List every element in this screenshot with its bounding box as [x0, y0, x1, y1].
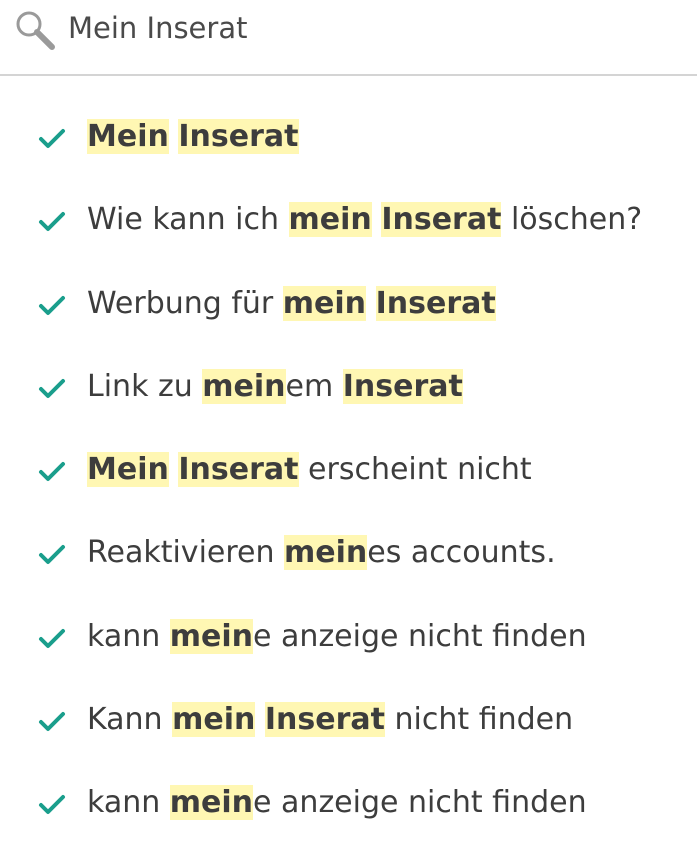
suggestion-text: kann meine anzeige nicht finden — [87, 614, 587, 660]
suggestion-text-segment: em — [285, 368, 343, 404]
suggestion-text: Mein Inserat erscheint nicht — [87, 447, 532, 493]
check-icon — [39, 462, 65, 482]
suggestion-text-segment: erscheint nicht — [298, 452, 532, 488]
suggestion-list: Mein Inserat Wie kann ich mein Inserat lö… — [0, 96, 697, 846]
match-highlight: mein — [288, 202, 372, 238]
suggestion-text-segment: Werbung für — [87, 285, 283, 321]
search-input[interactable] — [68, 6, 668, 50]
match-highlight: mein — [169, 785, 254, 821]
suggestion-text-segment: e anzeige nicht finden — [253, 785, 587, 821]
suggestion-item[interactable]: Werbung für mein Inserat — [0, 263, 697, 346]
check-icon — [39, 545, 65, 565]
suggestion-text-segment — [372, 202, 382, 237]
match-highlight: Mein — [87, 452, 169, 488]
match-highlight: Inserat — [342, 368, 463, 404]
match-highlight: mein — [169, 618, 254, 654]
search-bar — [0, 0, 697, 76]
match-highlight: Inserat — [264, 702, 385, 738]
suggestion-text-segment — [366, 286, 376, 321]
check-icon — [39, 295, 65, 315]
check-icon — [39, 378, 65, 398]
suggestion-text-segment — [169, 452, 179, 487]
suggestion-item[interactable]: Mein Inserat — [0, 96, 697, 179]
check-icon — [39, 129, 65, 148]
search-icon — [16, 11, 55, 50]
suggestion-text-segment: Reaktivieren — [87, 535, 285, 571]
match-highlight: mein — [202, 368, 286, 404]
suggestion-text-segment: löschen? — [501, 202, 643, 238]
match-highlight: Inserat — [178, 452, 299, 488]
suggestion-text: kann meine anzeige nicht finden — [87, 780, 587, 826]
suggestion-item[interactable]: Reaktivieren meines accounts. — [0, 512, 697, 595]
check-icon — [39, 712, 65, 732]
suggestion-text-segment — [169, 119, 179, 154]
match-highlight: mein — [172, 702, 256, 738]
suggestion-text: Link zu meinem Inserat — [87, 364, 463, 410]
suggestion-text-segment: kann — [87, 785, 170, 821]
suggestion-text: Kann mein Inserat nicht finden — [87, 697, 573, 743]
suggestion-item[interactable]: Link zu meinem Inserat — [0, 346, 697, 429]
suggestion-text-segment: Kann — [87, 702, 173, 738]
match-highlight: Inserat — [178, 119, 299, 154]
suggestion-text-segment: Link zu — [87, 368, 203, 404]
suggestion-text-segment — [255, 702, 265, 737]
match-highlight: Mein — [87, 119, 169, 154]
suggestion-text: Reaktivieren meines accounts. — [87, 530, 556, 576]
suggestion-text: Wie kann ich mein Inserat löschen? — [87, 197, 642, 243]
match-highlight: mein — [284, 535, 368, 571]
suggestion-text-segment: kann — [87, 618, 170, 654]
match-highlight: mein — [282, 285, 367, 321]
check-icon — [39, 212, 65, 232]
suggestion-text-segment: Wie kann ich — [87, 202, 289, 238]
suggestion-item[interactable]: Kann mein Inserat nicht finden — [0, 679, 697, 762]
suggestion-text-segment: nicht finden — [385, 702, 574, 738]
check-icon — [39, 795, 65, 815]
suggestion-text-segment: e anzeige nicht finden — [253, 618, 587, 654]
suggestion-item[interactable]: Mein Inserat erscheint nicht — [0, 429, 697, 512]
suggestion-item[interactable]: kann meine anzeige nicht finden — [0, 596, 697, 679]
suggestion-item[interactable]: kann meine anzeige nicht finden — [0, 762, 697, 845]
check-icon — [39, 628, 65, 648]
suggestion-text: Werbung für mein Inserat — [87, 281, 496, 327]
suggestion-item[interactable]: Wie kann ich mein Inserat löschen? — [0, 179, 697, 262]
match-highlight: Inserat — [381, 202, 502, 238]
match-highlight: Inserat — [375, 285, 496, 321]
suggestion-text-segment: es accounts. — [367, 535, 556, 571]
suggestion-text: Mein Inserat — [87, 114, 299, 160]
